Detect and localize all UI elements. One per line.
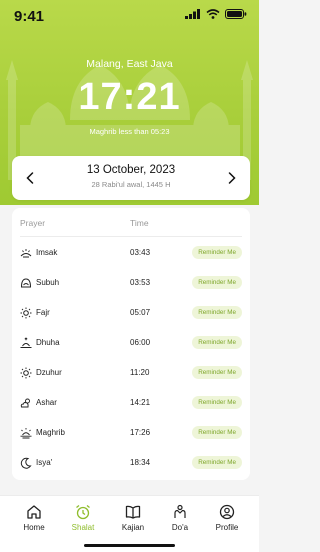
reminder-button[interactable]: Reminder Me	[192, 276, 242, 289]
home-indicator	[84, 544, 175, 547]
prayer-time: 14:21	[130, 398, 151, 407]
prayer-time: 05:07	[130, 308, 151, 317]
nav-home[interactable]: Home	[14, 504, 54, 532]
sun-icon	[20, 367, 32, 379]
prayer-name: Dzuhur	[36, 368, 62, 377]
nav-profile[interactable]: Profile	[207, 504, 247, 532]
prayer-row-isya: Isya' 18:34 Reminder Me	[12, 448, 250, 478]
prayer-name: Maghrib	[36, 428, 65, 437]
sunset-icon	[20, 428, 32, 439]
subuh-icon	[20, 278, 32, 288]
prayer-time: 03:53	[130, 278, 151, 287]
battery-icon	[225, 9, 247, 19]
prayer-name: Isya'	[36, 458, 53, 467]
next-prayer-countdown: Maghrib less than 05:23	[89, 127, 170, 136]
status-bar: 9:41	[0, 0, 259, 34]
prayer-time: 06:00	[130, 338, 151, 347]
gregorian-date: 13 October, 2023	[86, 164, 176, 176]
sun-icon	[20, 307, 32, 319]
nav-kajian[interactable]: Kajian	[113, 504, 153, 532]
imsak-icon	[20, 249, 32, 258]
sunrise-icon	[20, 337, 32, 348]
prayer-row-dzuhur: Dzuhur 11:20 Reminder Me	[12, 358, 250, 388]
current-time: 17:21	[78, 76, 181, 118]
home-icon	[27, 505, 41, 519]
reminder-button[interactable]: Reminder Me	[192, 336, 242, 349]
nav-label: Profile	[215, 523, 239, 532]
prayer-name: Imsak	[36, 248, 58, 257]
prayer-row-ashar: Ashar 14:21 Reminder Me	[12, 388, 250, 418]
prayer-name: Ashar	[36, 398, 57, 407]
reminder-button[interactable]: Reminder Me	[192, 456, 242, 469]
reminder-button[interactable]: Reminder Me	[192, 366, 242, 379]
nav-label: Do'a	[171, 523, 189, 532]
prayer-row-imsak: Imsak 03:43 Reminder Me	[12, 238, 250, 268]
book-icon	[125, 505, 141, 519]
pray-icon	[174, 504, 186, 518]
location-label: Malang, East Java	[86, 58, 173, 70]
date-selector: 13 October, 2023 28 Rabi'ul awal, 1445 H	[12, 156, 250, 200]
nav-label: Home	[23, 523, 45, 532]
nav-label: Kajian	[121, 523, 145, 532]
column-header-time: Time	[130, 218, 149, 228]
moon-icon	[20, 457, 32, 469]
reminder-button[interactable]: Reminder Me	[192, 396, 242, 409]
alarm-clock-icon	[76, 504, 90, 520]
prayer-time: 03:43	[130, 248, 151, 257]
chevron-right-icon	[228, 172, 236, 184]
cloud-sun-icon	[20, 398, 30, 408]
prayer-row-subuh: Subuh 03:53 Reminder Me	[12, 268, 250, 298]
nav-label: Shalat	[71, 523, 95, 532]
nav-shalat[interactable]: Shalat	[63, 504, 103, 532]
reminder-button[interactable]: Reminder Me	[192, 306, 242, 319]
nav-doa[interactable]: Do'a	[160, 504, 200, 532]
hijri-date: 28 Rabi'ul awal, 1445 H	[91, 180, 171, 189]
prayer-row-dhuha: Dhuha 06:00 Reminder Me	[12, 328, 250, 358]
signal-icon	[185, 9, 200, 19]
status-time: 9:41	[14, 8, 45, 25]
column-header-prayer: Prayer	[20, 218, 46, 228]
prayer-schedule-table: Prayer Time Imsak 03:43 Reminder Me Subu…	[12, 208, 250, 480]
reminder-button[interactable]: Reminder Me	[192, 246, 242, 259]
prayer-time: 18:34	[130, 458, 151, 467]
reminder-button[interactable]: Reminder Me	[192, 426, 242, 439]
profile-icon	[219, 504, 235, 520]
wifi-icon	[206, 9, 220, 19]
divider	[20, 236, 242, 237]
prayer-name: Subuh	[36, 278, 60, 287]
prayer-row-fajr: Fajr 05:07 Reminder Me	[12, 298, 250, 328]
prayer-time: 17:26	[130, 428, 151, 437]
prayer-row-maghrib: Maghrib 17:26 Reminder Me	[12, 418, 250, 448]
prayer-name: Fajr	[36, 308, 50, 317]
next-day-button[interactable]	[222, 168, 242, 188]
prayer-time: 11:20	[130, 368, 150, 377]
prayer-name: Dhuha	[36, 338, 60, 347]
